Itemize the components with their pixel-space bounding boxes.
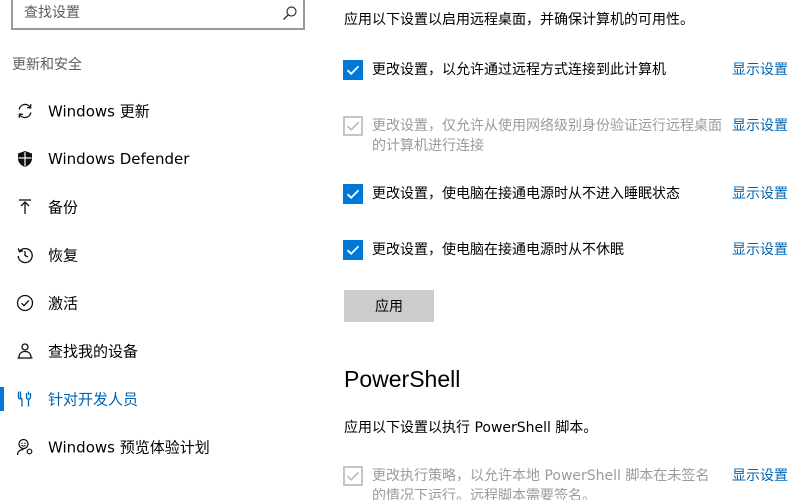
remote-connection-checkbox[interactable]: [343, 60, 363, 80]
never-sleep-checkbox[interactable]: [343, 184, 363, 204]
execution-policy-checkbox[interactable]: [343, 466, 363, 486]
setting-label: 更改设置，使电脑在接通电源时从不进入睡眠状态: [372, 186, 680, 202]
sidebar-item-label: 恢复: [48, 246, 79, 265]
sidebar-item-label: Windows Defender: [48, 150, 190, 168]
restore-history-icon: [17, 247, 33, 264]
search-icon[interactable]: [282, 5, 298, 21]
setting-label: 更改设置，使电脑在接通电源时从不休眠: [372, 242, 624, 258]
sidebar-item-backup[interactable]: 备份: [0, 183, 322, 231]
checkmark-icon: [346, 189, 360, 200]
section-title: 更新和安全: [12, 57, 82, 73]
sidebar-item-for-developers[interactable]: 针对开发人员: [0, 375, 322, 423]
show-settings-link[interactable]: 显示设置: [732, 466, 788, 486]
person-location-icon: [17, 343, 33, 359]
never-hibernate-checkbox[interactable]: [343, 240, 363, 260]
sidebar-item-label: 针对开发人员: [48, 390, 139, 409]
shield-icon: [18, 151, 32, 167]
developer-tools-icon: [17, 391, 32, 407]
sidebar: 更新和安全 Windows 更新 Windows Defender: [0, 0, 322, 500]
sidebar-item-label: 查找我的设备: [48, 342, 139, 361]
sidebar-item-windows-update[interactable]: Windows 更新: [0, 87, 322, 135]
remote-desktop-intro: 应用以下设置以启用远程桌面，并确保计算机的可用性。: [344, 12, 694, 28]
show-settings-link[interactable]: 显示设置: [732, 184, 788, 204]
settings-window: 更新和安全 Windows 更新 Windows Defender: [0, 0, 807, 500]
setting-label: 更改设置，以允许通过远程方式连接到此计算机: [372, 62, 666, 78]
smiley-person-icon: [16, 438, 33, 456]
sidebar-item-label: Windows 更新: [48, 102, 150, 121]
sidebar-item-windows-defender[interactable]: Windows Defender: [0, 135, 322, 183]
show-settings-link[interactable]: 显示设置: [732, 60, 788, 80]
show-settings-link[interactable]: 显示设置: [732, 116, 788, 136]
checkmark-icon: [346, 245, 360, 256]
selection-indicator: [0, 387, 4, 411]
apply-button[interactable]: 应用: [344, 290, 434, 322]
powershell-intro: 应用以下设置以执行 PowerShell 脚本。: [344, 420, 598, 436]
search-input[interactable]: [13, 0, 303, 28]
check-circle-icon: [16, 294, 34, 312]
sidebar-item-find-my-device[interactable]: 查找我的设备: [0, 327, 322, 375]
sidebar-item-label: 激活: [48, 294, 79, 313]
search-box[interactable]: [11, 0, 305, 30]
checkmark-icon: [346, 65, 360, 76]
refresh-icon: [18, 103, 32, 119]
network-level-auth-checkbox[interactable]: [343, 116, 363, 136]
checkmark-icon: [346, 471, 360, 481]
setting-label: 更改执行策略，以允许本地 PowerShell 脚本在未签名的情况下运行。远程脚…: [372, 468, 710, 500]
powershell-heading: PowerShell: [344, 366, 461, 392]
show-settings-link[interactable]: 显示设置: [732, 240, 788, 260]
sidebar-item-label: 备份: [48, 198, 79, 217]
checkmark-icon: [346, 121, 360, 131]
upload-arrow-icon: [19, 199, 31, 214]
sidebar-item-activation[interactable]: 激活: [0, 279, 322, 327]
sidebar-item-label: Windows 预览体验计划: [48, 438, 210, 457]
sidebar-item-windows-insider[interactable]: Windows 预览体验计划: [0, 423, 322, 471]
sidebar-item-recovery[interactable]: 恢复: [0, 231, 322, 279]
setting-label: 更改设置，仅允许从使用网络级别身份验证运行远程桌面的计算机进行连接: [372, 118, 722, 154]
main-content: 应用以下设置以启用远程桌面，并确保计算机的可用性。 更改设置，以允许通过远程方式…: [322, 0, 807, 500]
